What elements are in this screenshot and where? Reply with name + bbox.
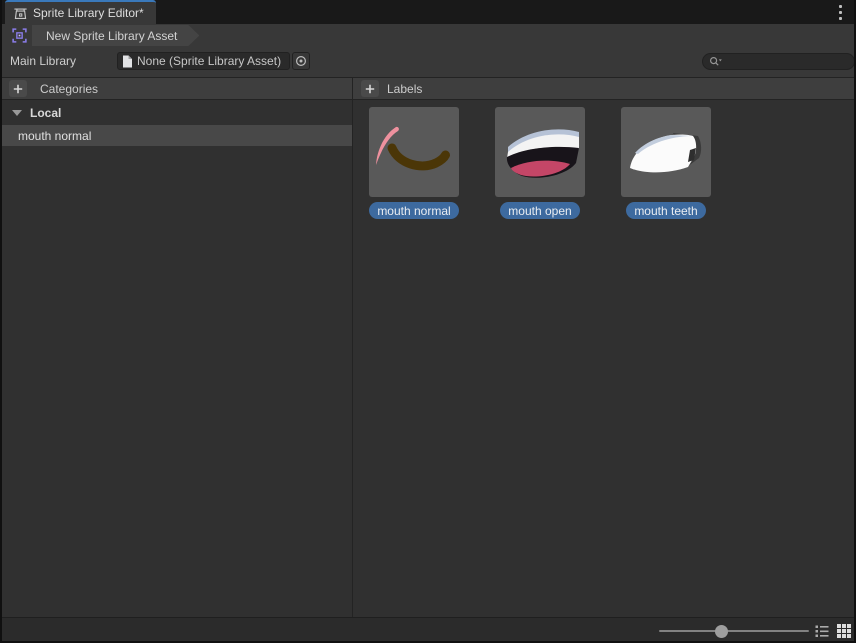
local-foldout-label: Local [30, 106, 61, 120]
zoom-slider-track [659, 630, 809, 632]
main-library-label: Main Library [10, 54, 76, 68]
main-library-object-field[interactable]: None (Sprite Library Asset) [117, 52, 290, 70]
plus-icon [13, 84, 23, 94]
sprite-thumbnail-mouth-teeth [621, 107, 711, 197]
label-cards: mouth normal mouth open [369, 107, 711, 219]
breadcrumb-label: New Sprite Library Asset [46, 29, 177, 43]
breadcrumb-new-sprite-library-asset[interactable]: New Sprite Library Asset [32, 25, 199, 46]
object-field-value: None (Sprite Library Asset) [137, 54, 281, 68]
tab-sprite-library-editor[interactable]: Sprite Library Editor* [5, 0, 156, 24]
list-view-icon[interactable] [814, 623, 830, 639]
category-item-label: mouth normal [18, 129, 91, 143]
labels-panel: mouth normal mouth open [353, 100, 854, 617]
label-pill[interactable]: mouth normal [369, 202, 458, 219]
label-card-mouth-teeth[interactable]: mouth teeth [621, 107, 711, 219]
category-item-mouth-normal[interactable]: mouth normal [2, 125, 352, 146]
main-library-row: Main Library None (Sprite Library Asset) [2, 47, 854, 77]
object-picker-icon [295, 55, 307, 67]
plus-icon [365, 84, 375, 94]
labels-title: Labels [387, 82, 422, 96]
zoom-slider-thumb[interactable] [715, 625, 728, 638]
tab-bar: Sprite Library Editor* [2, 0, 854, 24]
local-foldout[interactable]: Local [2, 103, 352, 123]
sprite-thumbnail-mouth-open [495, 107, 585, 197]
toolbar: New Sprite Library Asset Revert Save Aut… [2, 24, 854, 47]
editor-body: Local mouth normal mouth normal [2, 100, 854, 617]
footer-bar [2, 617, 854, 643]
object-picker-button[interactable] [292, 52, 310, 70]
label-pill[interactable]: mouth teeth [626, 202, 705, 219]
sprite-asset-icon [11, 27, 28, 44]
zoom-slider[interactable] [659, 618, 809, 643]
label-card-mouth-normal[interactable]: mouth normal [369, 107, 459, 219]
search-icon [709, 56, 722, 68]
document-icon [122, 55, 133, 68]
foldout-triangle-icon [12, 110, 22, 116]
search-field[interactable] [702, 53, 855, 70]
sprite-library-editor-window: Sprite Library Editor* New Sprite Librar… [0, 0, 856, 643]
label-card-mouth-open[interactable]: mouth open [495, 107, 585, 219]
sprite-thumbnail-mouth-normal [369, 107, 459, 197]
labels-header: Labels [353, 78, 854, 99]
tab-title: Sprite Library Editor* [33, 6, 144, 20]
grid-view-icon[interactable] [836, 623, 852, 639]
label-pill[interactable]: mouth open [500, 202, 579, 219]
sprite-library-icon [13, 6, 28, 21]
categories-header: Categories [2, 78, 353, 99]
categories-title: Categories [40, 82, 98, 96]
categories-panel: Local mouth normal [2, 100, 353, 617]
search-input[interactable] [724, 55, 848, 69]
kebab-menu-icon[interactable] [833, 5, 847, 20]
panel-headers: Categories Labels [2, 77, 854, 100]
add-category-button[interactable] [9, 80, 27, 97]
add-label-button[interactable] [361, 80, 379, 97]
